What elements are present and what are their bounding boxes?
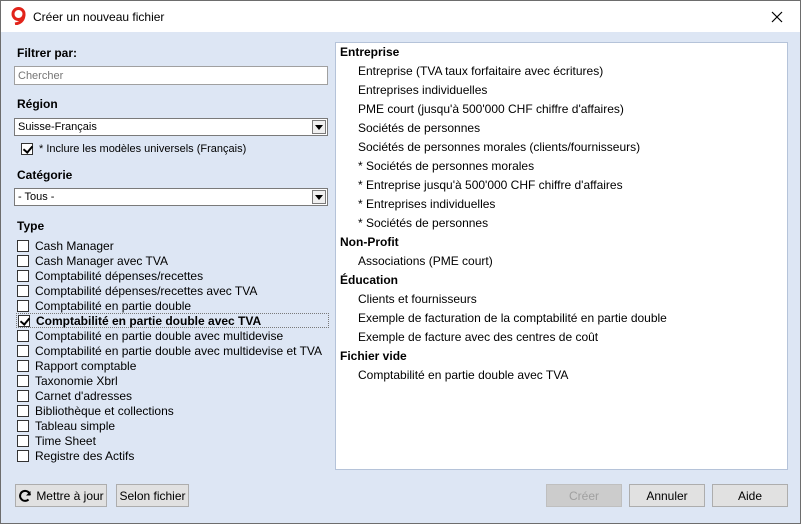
category-select[interactable]: - Tous -	[14, 188, 328, 206]
template-item[interactable]: Comptabilité en partie double avec TVA	[336, 366, 787, 385]
type-item[interactable]: Comptabilité en partie double avec TVA	[16, 313, 329, 328]
type-item-label: Cash Manager	[35, 238, 114, 253]
template-list[interactable]: Entreprise Entreprise (TVA taux forfaitai…	[335, 42, 788, 470]
type-item[interactable]: Comptabilité en partie double avec multi…	[17, 328, 329, 343]
type-checkbox[interactable]	[17, 389, 29, 402]
type-item-label: Carnet d'adresses	[35, 388, 133, 403]
type-item-label: Time Sheet	[35, 433, 96, 448]
template-group-header: Entreprise	[340, 45, 400, 59]
template-item[interactable]: Entreprise (TVA taux forfaitaire avec éc…	[336, 62, 787, 81]
filter-label: Filtrer par:	[17, 46, 78, 60]
by-file-button-label: Selon fichier	[119, 488, 186, 503]
region-label: Région	[17, 97, 58, 111]
type-checkbox[interactable]	[17, 239, 29, 252]
type-checkbox[interactable]	[17, 359, 29, 372]
update-button-label: Mettre à jour	[36, 488, 104, 503]
category-selected-value: - Tous -	[18, 191, 55, 203]
include-universal-checkbox[interactable]	[21, 143, 33, 155]
type-item-label: Comptabilité en partie double avec multi…	[35, 328, 284, 343]
type-checkbox[interactable]	[17, 434, 29, 447]
type-checkbox[interactable]	[18, 314, 30, 327]
cancel-button-label: Annuler	[646, 488, 688, 503]
template-item[interactable]: * Sociétés de personnes	[336, 214, 787, 233]
template-group-header: Fichier vide	[340, 349, 407, 363]
type-item[interactable]: Comptabilité dépenses/recettes avec TVA	[17, 283, 329, 298]
type-checkbox[interactable]	[17, 419, 29, 432]
type-item[interactable]: Comptabilité dépenses/recettes	[17, 268, 329, 283]
template-item[interactable]: Entreprises individuelles	[336, 81, 787, 100]
chevron-down-icon	[312, 120, 326, 134]
close-button[interactable]	[754, 1, 800, 32]
template-item[interactable]: Sociétés de personnes	[336, 119, 787, 138]
cancel-button[interactable]: Annuler	[629, 484, 705, 507]
category-label: Catégorie	[17, 168, 73, 182]
close-icon	[771, 11, 783, 22]
template-item[interactable]: Clients et fournisseurs	[336, 290, 787, 309]
template-item[interactable]: PME court (jusqu'à 500'000 CHF chiffre d…	[336, 100, 787, 119]
template-item[interactable]: * Sociétés de personnes morales	[336, 157, 787, 176]
type-item-label: Tableau simple	[35, 418, 116, 433]
dialog-content: Filtrer par: Région Suisse-Français * In…	[1, 32, 800, 523]
help-button[interactable]: Aide	[712, 484, 788, 507]
refresh-icon	[19, 489, 32, 502]
template-item[interactable]: Exemple de facture avec des centres de c…	[336, 328, 787, 347]
type-item[interactable]: Comptabilité en partie double avec multi…	[17, 343, 329, 358]
include-universal-label: * Inclure les modèles universels (França…	[39, 143, 247, 155]
app-logo-icon	[11, 7, 26, 25]
type-item[interactable]: Time Sheet	[17, 433, 329, 448]
region-selected-value: Suisse-Français	[18, 121, 97, 133]
type-item-label: Taxonomie Xbrl	[35, 373, 118, 388]
type-item-label: Comptabilité en partie double avec multi…	[35, 343, 323, 358]
type-item-label: Rapport comptable	[35, 358, 137, 373]
template-item[interactable]: Exemple de facturation de la comptabilit…	[336, 309, 787, 328]
include-universal-checkbox-row[interactable]: * Inclure les modèles universels (França…	[21, 143, 246, 155]
template-item[interactable]: Associations (PME court)	[336, 252, 787, 271]
type-checkbox[interactable]	[17, 299, 29, 312]
type-item[interactable]: Comptabilité en partie double	[17, 298, 329, 313]
type-checkbox[interactable]	[17, 329, 29, 342]
type-item-label: Comptabilité dépenses/recettes	[35, 268, 204, 283]
type-item-label: Bibliothèque et collections	[35, 403, 174, 418]
type-checkbox[interactable]	[17, 374, 29, 387]
help-button-label: Aide	[737, 488, 763, 503]
type-item-label: Comptabilité en partie double	[35, 298, 192, 313]
type-item-label: Registre des Actifs	[35, 448, 135, 463]
type-checkbox[interactable]	[17, 269, 29, 282]
type-item[interactable]: Tableau simple	[17, 418, 329, 433]
type-item[interactable]: Bibliothèque et collections	[17, 403, 329, 418]
search-input[interactable]	[14, 66, 328, 85]
type-item-label: Cash Manager avec TVA	[35, 253, 168, 268]
type-item[interactable]: Rapport comptable	[17, 358, 329, 373]
type-checkbox[interactable]	[17, 449, 29, 462]
type-checkbox[interactable]	[17, 344, 29, 357]
type-item-label: Comptabilité dépenses/recettes avec TVA	[35, 283, 258, 298]
type-item[interactable]: Registre des Actifs	[17, 448, 329, 463]
type-item[interactable]: Cash Manager avec TVA	[17, 253, 329, 268]
type-item[interactable]: Taxonomie Xbrl	[17, 373, 329, 388]
type-list: Cash Manager Cash Manager avec TVA Comptab…	[16, 238, 329, 463]
region-select[interactable]: Suisse-Français	[14, 118, 328, 136]
type-checkbox[interactable]	[17, 404, 29, 417]
type-checkbox[interactable]	[17, 254, 29, 267]
type-item[interactable]: Carnet d'adresses	[17, 388, 329, 403]
dialog-window: Créer un nouveau fichier Filtrer par: Ré…	[0, 0, 801, 524]
type-item-label: Comptabilité en partie double avec TVA	[36, 313, 262, 328]
chevron-down-icon	[312, 190, 326, 204]
type-item[interactable]: Cash Manager	[17, 238, 329, 253]
template-item[interactable]: * Entreprise jusqu'à 500'000 CHF chiffre…	[336, 176, 787, 195]
type-checkbox[interactable]	[17, 284, 29, 297]
template-group-header: Éducation	[340, 273, 399, 287]
title-bar: Créer un nouveau fichier	[1, 1, 800, 32]
template-item[interactable]: Sociétés de personnes morales (clients/f…	[336, 138, 787, 157]
by-file-button[interactable]: Selon fichier	[116, 484, 189, 507]
update-button[interactable]: Mettre à jour	[15, 484, 107, 507]
window-title: Créer un nouveau fichier	[33, 10, 165, 24]
create-button[interactable]: Créer	[546, 484, 622, 507]
template-item[interactable]: * Entreprises individuelles	[336, 195, 787, 214]
create-button-label: Créer	[568, 488, 599, 503]
template-group-header: Non-Profit	[340, 235, 399, 249]
type-label: Type	[17, 219, 45, 233]
